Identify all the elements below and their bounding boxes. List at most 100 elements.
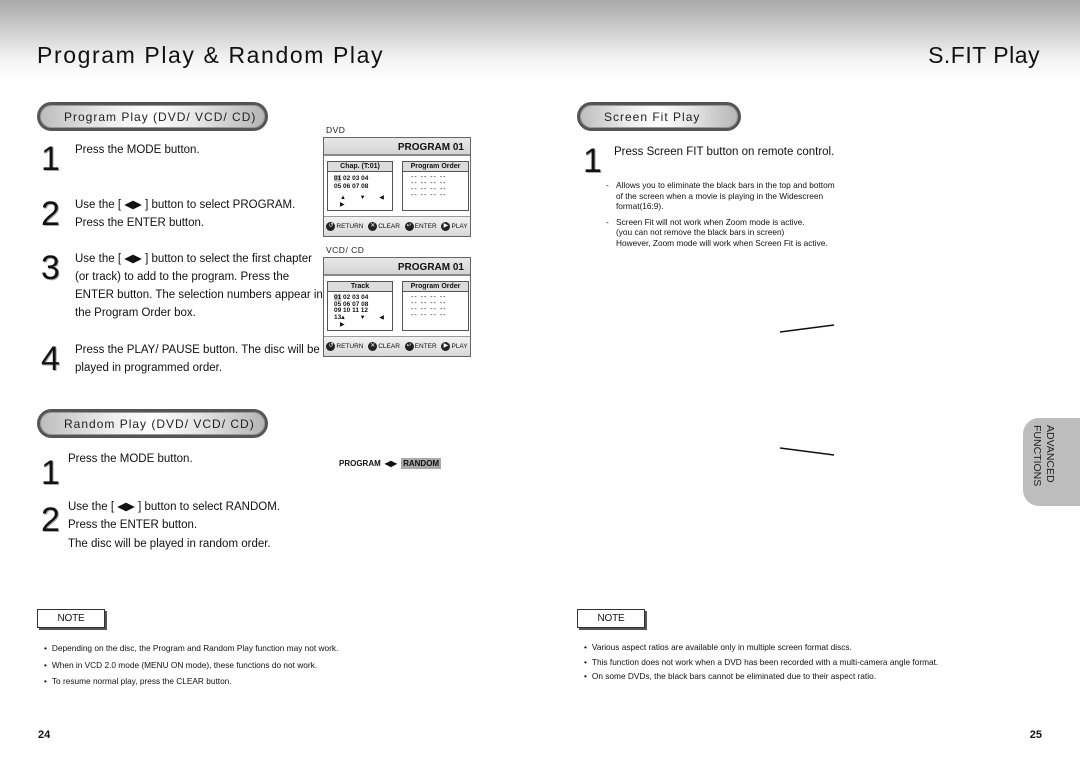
step-number: 1 [41,454,60,492]
navigation-arrows-icon: ▲ ▼ ◀ ▶ [340,195,390,208]
clear-icon: ✕ [368,222,378,231]
selection-number: 02 [343,175,351,182]
osd-header: PROGRAM 01 [324,258,470,276]
step-line: Use the [ ◀▶ ] button to select the firs… [75,253,312,265]
note-list-right: Various aspect ratios are available only… [584,640,938,684]
track-list-header: Track [328,282,392,292]
left-right-arrows-icon: ◀▶ [384,459,398,468]
side-tab-line: ADVANCED [1044,425,1056,483]
vcd-program-screen: PROGRAM 01 Track 01 02 03 04 05 06 07 08 0… [323,257,471,357]
mode-program-label: PROGRAM [339,459,381,468]
return-icon: ↺ [326,222,336,231]
selection-number: 08 [361,183,369,190]
step-text: Use the [ ◀▶ ] button to select PROGRAM.… [75,196,295,232]
return-key: ↺ RETURN [326,222,363,231]
play-key: ▶ PLAY [441,342,468,351]
step-line: Use the [ ◀▶ ] button to select PROGRAM. [75,199,296,211]
play-key: ▶ PLAY [441,222,468,231]
selection-number: 06 [343,183,351,190]
selection-number: 04 [361,175,369,182]
chapter-numbers: 01 02 03 04 05 06 07 08 [328,172,392,191]
detail-item: Screen Fit will not work when Zoom mode … [606,217,835,249]
selection-number: 01 [334,175,342,182]
chapter-side-tab-label: ADVANCED FUNCTIONS [1030,425,1056,486]
black-bar-lines-illustration [779,324,835,456]
step-number: 3 [41,249,60,287]
detail-item: Allows you to eliminate the black bars i… [606,180,835,212]
note-label-right: NOTE [577,609,645,628]
footer-label: ENTER [414,343,437,351]
screen-label-vcd-cd: VCD/ CD [326,245,365,255]
step-line: played in programmed order. [75,362,223,374]
step-line: Press the MODE button. [68,453,193,465]
enter-key: ↵ ENTER [404,342,437,351]
footer-label: RETURN [336,223,364,231]
footer-label: RETURN [336,343,364,351]
note-item: Depending on the disc, the Program and R… [44,640,338,657]
side-tab-line: FUNCTIONS [1031,425,1043,487]
step-line: (or track) to add to the program. Press … [75,271,290,283]
note-list-left: Depending on the disc, the Program and R… [44,640,338,690]
note-item: To resume normal play, press the CLEAR b… [44,673,338,690]
note-item: On some DVDs, the black bars cannot be e… [584,669,938,684]
random-result-text: The disc will be played in random order. [68,538,271,550]
mode-random-label-selected: RANDOM [401,458,442,469]
clear-key: ✕ CLEAR [368,342,400,351]
program-order-header: Program Order [403,282,468,292]
section-pill-program-play: Program Play (DVD/ VCD/ CD) [37,102,268,131]
mode-indicator: PROGRAM ◀▶ RANDOM [339,458,442,469]
section-pill-random-play: Random Play (DVD/ VCD/ CD) [37,409,268,438]
program-order-box: Program Order -- -- -- -- -- -- -- -- --… [402,161,469,211]
step-text: Use the [ ◀▶ ] button to select RANDOM. … [68,498,280,534]
selection-number: 10 [343,307,351,314]
step-text: Use the [ ◀▶ ] button to select the firs… [75,250,323,322]
step-line: Use the [ ◀▶ ] button to select RANDOM. [68,501,280,513]
note-item: Various aspect ratios are available only… [584,640,938,655]
top-bar-line [779,324,835,333]
play-icon: ▶ [441,222,451,231]
page-title-left: Program Play & Random Play [37,42,385,68]
page-title-right: S.FIT Play [928,42,1040,68]
enter-key: ↵ ENTER [404,222,437,231]
footer-label: CLEAR [378,343,400,351]
number-row: 05 06 07 08 [334,183,392,191]
footer-label: CLEAR [378,223,400,231]
selection-number: 12 [360,307,369,314]
footer-label: ENTER [414,223,437,231]
program-order-header: Program Order [403,162,468,172]
step-line: the Program Order box. [75,307,196,319]
step-number: 1 [41,140,60,178]
osd-footer: ↺ RETURN ✕ CLEAR ↵ ENTER ▶ PLAY [324,216,470,236]
chapter-list-header: Chap. (T:01) [328,162,392,172]
selection-number: 05 [334,183,342,190]
step-number: 2 [41,501,60,539]
clear-key: ✕ CLEAR [368,222,400,231]
note-label-left: NOTE [37,609,105,628]
page-number-right: 25 [1029,729,1042,741]
program-order-slots: -- -- -- -- -- -- -- -- -- -- -- -- -- -… [411,294,447,319]
step-number: 2 [41,195,60,233]
program-order-box: Program Order -- -- -- -- -- -- -- -- --… [402,281,469,331]
bottom-bar-line [779,447,835,456]
selection-number: 03 [352,175,360,182]
chapter-list-box: Chap. (T:01) 01 02 03 04 05 06 07 08 ▲ ▼ … [327,161,393,211]
play-icon: ▶ [441,342,451,351]
enter-icon: ↵ [404,222,414,231]
step-line: Press the MODE button. [75,144,200,156]
section-pill-screen-fit: Screen Fit Play [577,102,741,131]
selection-number: 11 [352,307,359,314]
screen-label-dvd: DVD [326,125,346,135]
step-line: Press the ENTER button. [75,217,205,229]
return-icon: ↺ [326,342,336,351]
selection-number: 07 [352,183,360,190]
navigation-arrows-icon: ▲ ▼ ◀ ▶ [340,315,390,328]
enter-icon: ↵ [404,342,414,351]
footer-label: PLAY [451,343,468,351]
step-line: Press the ENTER button. [68,519,198,531]
note-item: When in VCD 2.0 mode (MENU ON mode), the… [44,657,338,674]
footer-label: PLAY [451,223,468,231]
step-text: Press Screen FIT button on remote contro… [614,146,835,158]
step-text: Press the MODE button. [68,450,193,468]
step-number: 1 [583,142,602,180]
screen-fit-details: Allows you to eliminate the black bars i… [606,180,835,253]
